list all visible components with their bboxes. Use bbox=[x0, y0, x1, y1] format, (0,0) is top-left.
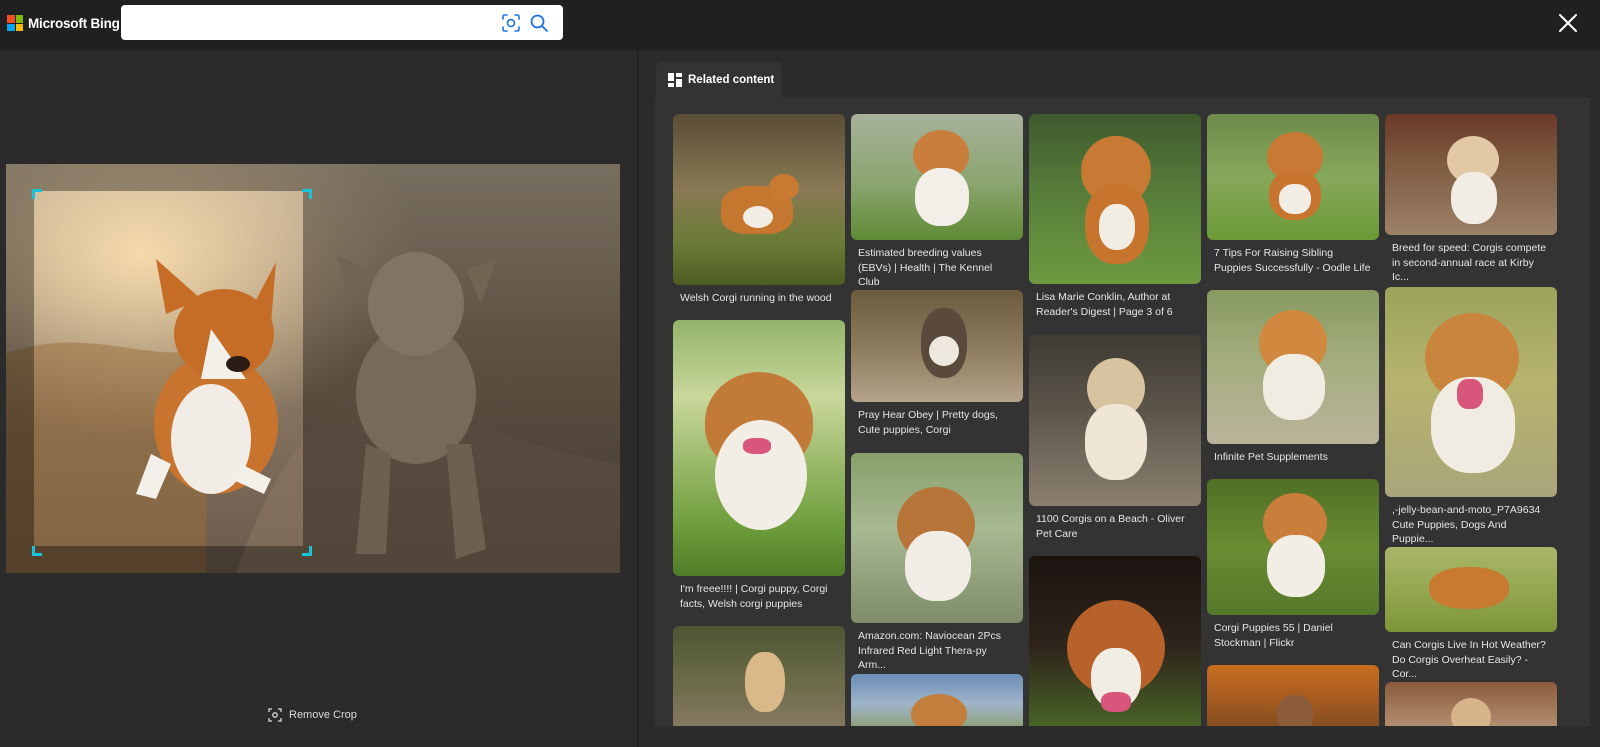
visual-search-icon[interactable] bbox=[500, 12, 522, 34]
crop-handle-bottom-left[interactable] bbox=[32, 546, 42, 556]
result-thumbnail[interactable] bbox=[673, 114, 845, 285]
result-thumbnail[interactable] bbox=[1029, 556, 1201, 726]
result-card[interactable]: Corgi Puppies 55 | Daniel Stockman | Fli… bbox=[1207, 479, 1379, 650]
result-thumbnail[interactable] bbox=[1207, 665, 1379, 726]
result-caption: Infinite Pet Supplements bbox=[1214, 451, 1328, 463]
result-caption: I'm freee!!!! | Corgi puppy, Corgi facts… bbox=[680, 583, 828, 610]
result-caption: Amazon.com: Naviocean 2Pcs Infrared Red … bbox=[858, 630, 1001, 671]
result-card[interactable]: Can Corgis Live In Hot Weather? Do Corgi… bbox=[1385, 547, 1557, 682]
result-card[interactable]: 7 Tips For Raising Sibling Puppies Succe… bbox=[1207, 114, 1379, 275]
result-caption: Corgi Puppies 55 | Daniel Stockman | Fli… bbox=[1214, 622, 1333, 649]
result-thumbnail[interactable] bbox=[1385, 682, 1557, 726]
result-thumbnail[interactable] bbox=[1029, 114, 1201, 284]
result-thumbnail[interactable] bbox=[673, 320, 845, 576]
result-thumbnail[interactable] bbox=[1029, 334, 1201, 506]
crop-handle-top-right[interactable] bbox=[302, 189, 312, 199]
result-thumbnail[interactable] bbox=[1207, 290, 1379, 444]
remove-crop-label: Remove Crop bbox=[289, 709, 357, 721]
results-grid: Welsh Corgi running in the wood I'm free… bbox=[655, 98, 1590, 726]
result-thumbnail[interactable] bbox=[1385, 547, 1557, 632]
result-card[interactable] bbox=[1385, 682, 1557, 726]
result-thumbnail[interactable] bbox=[1207, 114, 1379, 240]
crop-icon bbox=[268, 708, 282, 722]
crop-handle-top-left[interactable] bbox=[32, 189, 42, 199]
remove-crop-button[interactable]: Remove Crop bbox=[268, 708, 357, 722]
related-grid-icon bbox=[668, 73, 682, 87]
result-card[interactable]: Breed for speed: Corgis compete in secon… bbox=[1385, 114, 1557, 285]
result-caption: 7 Tips For Raising Sibling Puppies Succe… bbox=[1214, 247, 1371, 274]
search-icon[interactable] bbox=[527, 11, 551, 35]
microsoft-logo-icon bbox=[7, 15, 23, 31]
result-caption: Welsh Corgi running in the wood bbox=[680, 292, 832, 304]
result-card[interactable]: Amazon.com: Naviocean 2Pcs Infrared Red … bbox=[851, 453, 1023, 673]
result-card[interactable]: Lisa Marie Conklin, Author at Reader's D… bbox=[1029, 114, 1201, 319]
brand-name: Microsoft Bing bbox=[28, 15, 120, 31]
result-card[interactable] bbox=[1207, 665, 1379, 726]
bing-logo[interactable]: Microsoft Bing bbox=[7, 14, 120, 32]
tab-label: Related content bbox=[688, 74, 775, 86]
result-thumbnail[interactable] bbox=[1385, 114, 1557, 235]
result-caption: Can Corgis Live In Hot Weather? Do Corgi… bbox=[1392, 639, 1546, 680]
result-card[interactable]: I'm freee!!!! | Corgi puppy, Corgi facts… bbox=[673, 320, 845, 611]
tab-related-content[interactable]: Related content bbox=[656, 62, 782, 98]
result-thumbnail[interactable] bbox=[851, 674, 1023, 726]
result-card[interactable]: Welsh Corgi running in the wood bbox=[673, 114, 845, 306]
result-thumbnail[interactable] bbox=[851, 453, 1023, 623]
crop-selection[interactable] bbox=[32, 189, 312, 556]
result-card[interactable]: Pray Hear Obey | Pretty dogs, Cute puppi… bbox=[851, 290, 1023, 437]
result-caption: Pray Hear Obey | Pretty dogs, Cute puppi… bbox=[858, 409, 998, 436]
result-caption: Lisa Marie Conklin, Author at Reader's D… bbox=[1036, 291, 1173, 318]
result-card[interactable]: Estimated breeding values (EBVs) | Healt… bbox=[851, 114, 1023, 290]
search-box[interactable] bbox=[121, 5, 563, 40]
top-bar: Microsoft Bing bbox=[0, 0, 1600, 50]
result-thumbnail[interactable] bbox=[1385, 287, 1557, 497]
result-card[interactable] bbox=[1029, 556, 1201, 726]
result-caption: 1100 Corgis on a Beach - Oliver Pet Care bbox=[1036, 513, 1185, 540]
search-input[interactable] bbox=[131, 12, 491, 33]
result-card[interactable]: ,-jelly-bean-and-moto_P7A9634 Cute Puppi… bbox=[1385, 287, 1557, 547]
close-icon[interactable] bbox=[1554, 9, 1582, 37]
result-card[interactable] bbox=[673, 626, 845, 726]
result-caption: Breed for speed: Corgis compete in secon… bbox=[1392, 242, 1547, 283]
result-thumbnail[interactable] bbox=[851, 114, 1023, 240]
crop-handle-bottom-right[interactable] bbox=[302, 546, 312, 556]
result-card[interactable]: 1100 Corgis on a Beach - Oliver Pet Care bbox=[1029, 334, 1201, 541]
result-caption: Estimated breeding values (EBVs) | Healt… bbox=[858, 247, 993, 288]
result-thumbnail[interactable] bbox=[673, 626, 845, 726]
result-caption: ,-jelly-bean-and-moto_P7A9634 Cute Puppi… bbox=[1392, 504, 1541, 545]
result-thumbnail[interactable] bbox=[851, 290, 1023, 402]
result-card[interactable]: Infinite Pet Supplements bbox=[1207, 290, 1379, 465]
result-card[interactable] bbox=[851, 674, 1023, 726]
result-thumbnail[interactable] bbox=[1207, 479, 1379, 615]
